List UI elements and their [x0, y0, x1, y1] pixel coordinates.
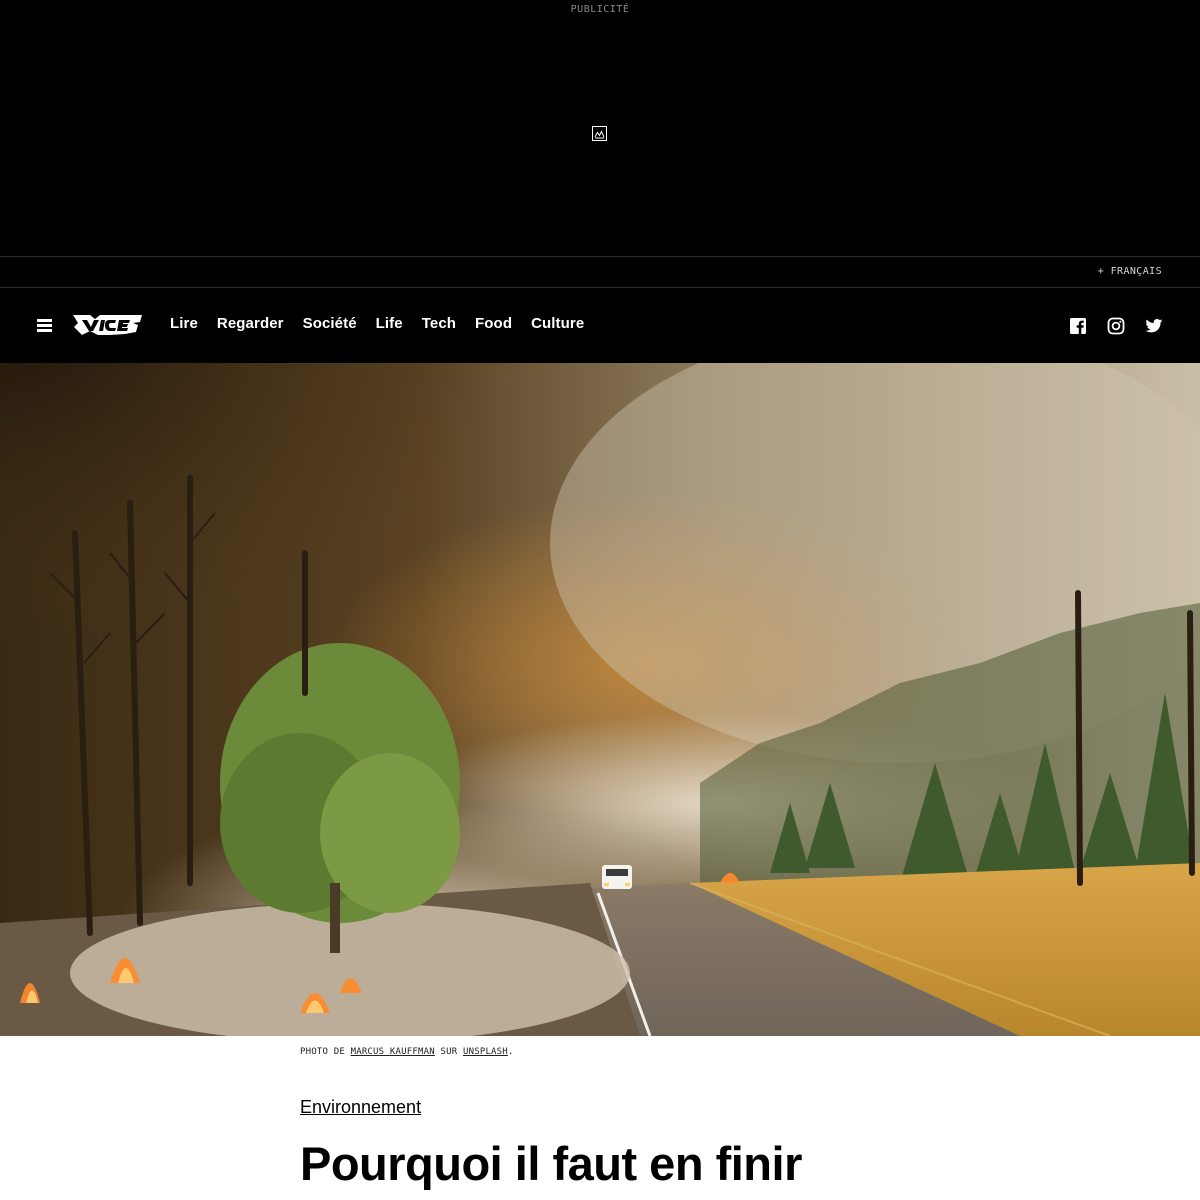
photographer-link[interactable]: MARCUS KAUFFMAN	[351, 1047, 435, 1057]
article-headline: Pourquoi il faut en finir	[300, 1137, 802, 1190]
language-bar: + FRANÇAIS	[0, 256, 1200, 288]
hero-image	[0, 363, 1200, 1036]
instagram-icon[interactable]	[1107, 317, 1125, 335]
nav-link-life[interactable]: Life	[376, 315, 403, 332]
caption-middle: SUR	[440, 1047, 458, 1057]
hamburger-menu-icon[interactable]	[37, 319, 52, 332]
advertisement-banner[interactable]: PUBLICITÉ	[0, 0, 1200, 256]
vice-logo[interactable]	[70, 313, 143, 337]
ad-label: PUBLICITÉ	[570, 4, 630, 15]
main-navigation: Lire Regarder Société Life Tech Food Cul…	[0, 288, 1200, 363]
article-category-link[interactable]: Environnement	[300, 1097, 421, 1118]
nav-link-culture[interactable]: Culture	[531, 315, 584, 332]
language-selector[interactable]: + FRANÇAIS	[1098, 266, 1162, 277]
facebook-icon[interactable]	[1069, 317, 1087, 335]
caption-suffix: .	[507, 1047, 514, 1057]
source-link[interactable]: UNSPLASH	[463, 1047, 508, 1057]
nav-link-food[interactable]: Food	[475, 315, 512, 332]
wildfire-photo	[0, 363, 1200, 1036]
social-links	[1049, 317, 1163, 335]
caption-prefix: PHOTO DE	[300, 1047, 345, 1057]
nav-links: Lire Regarder Société Life Tech Food Cul…	[170, 315, 603, 332]
nav-link-tech[interactable]: Tech	[422, 315, 456, 332]
image-placeholder-icon	[592, 126, 607, 141]
nav-link-societe[interactable]: Société	[303, 315, 357, 332]
nav-link-regarder[interactable]: Regarder	[217, 315, 284, 332]
photo-caption: PHOTO DE MARCUS KAUFFMAN SUR UNSPLASH.	[300, 1047, 514, 1057]
nav-link-lire[interactable]: Lire	[170, 315, 198, 332]
twitter-icon[interactable]	[1145, 317, 1163, 335]
